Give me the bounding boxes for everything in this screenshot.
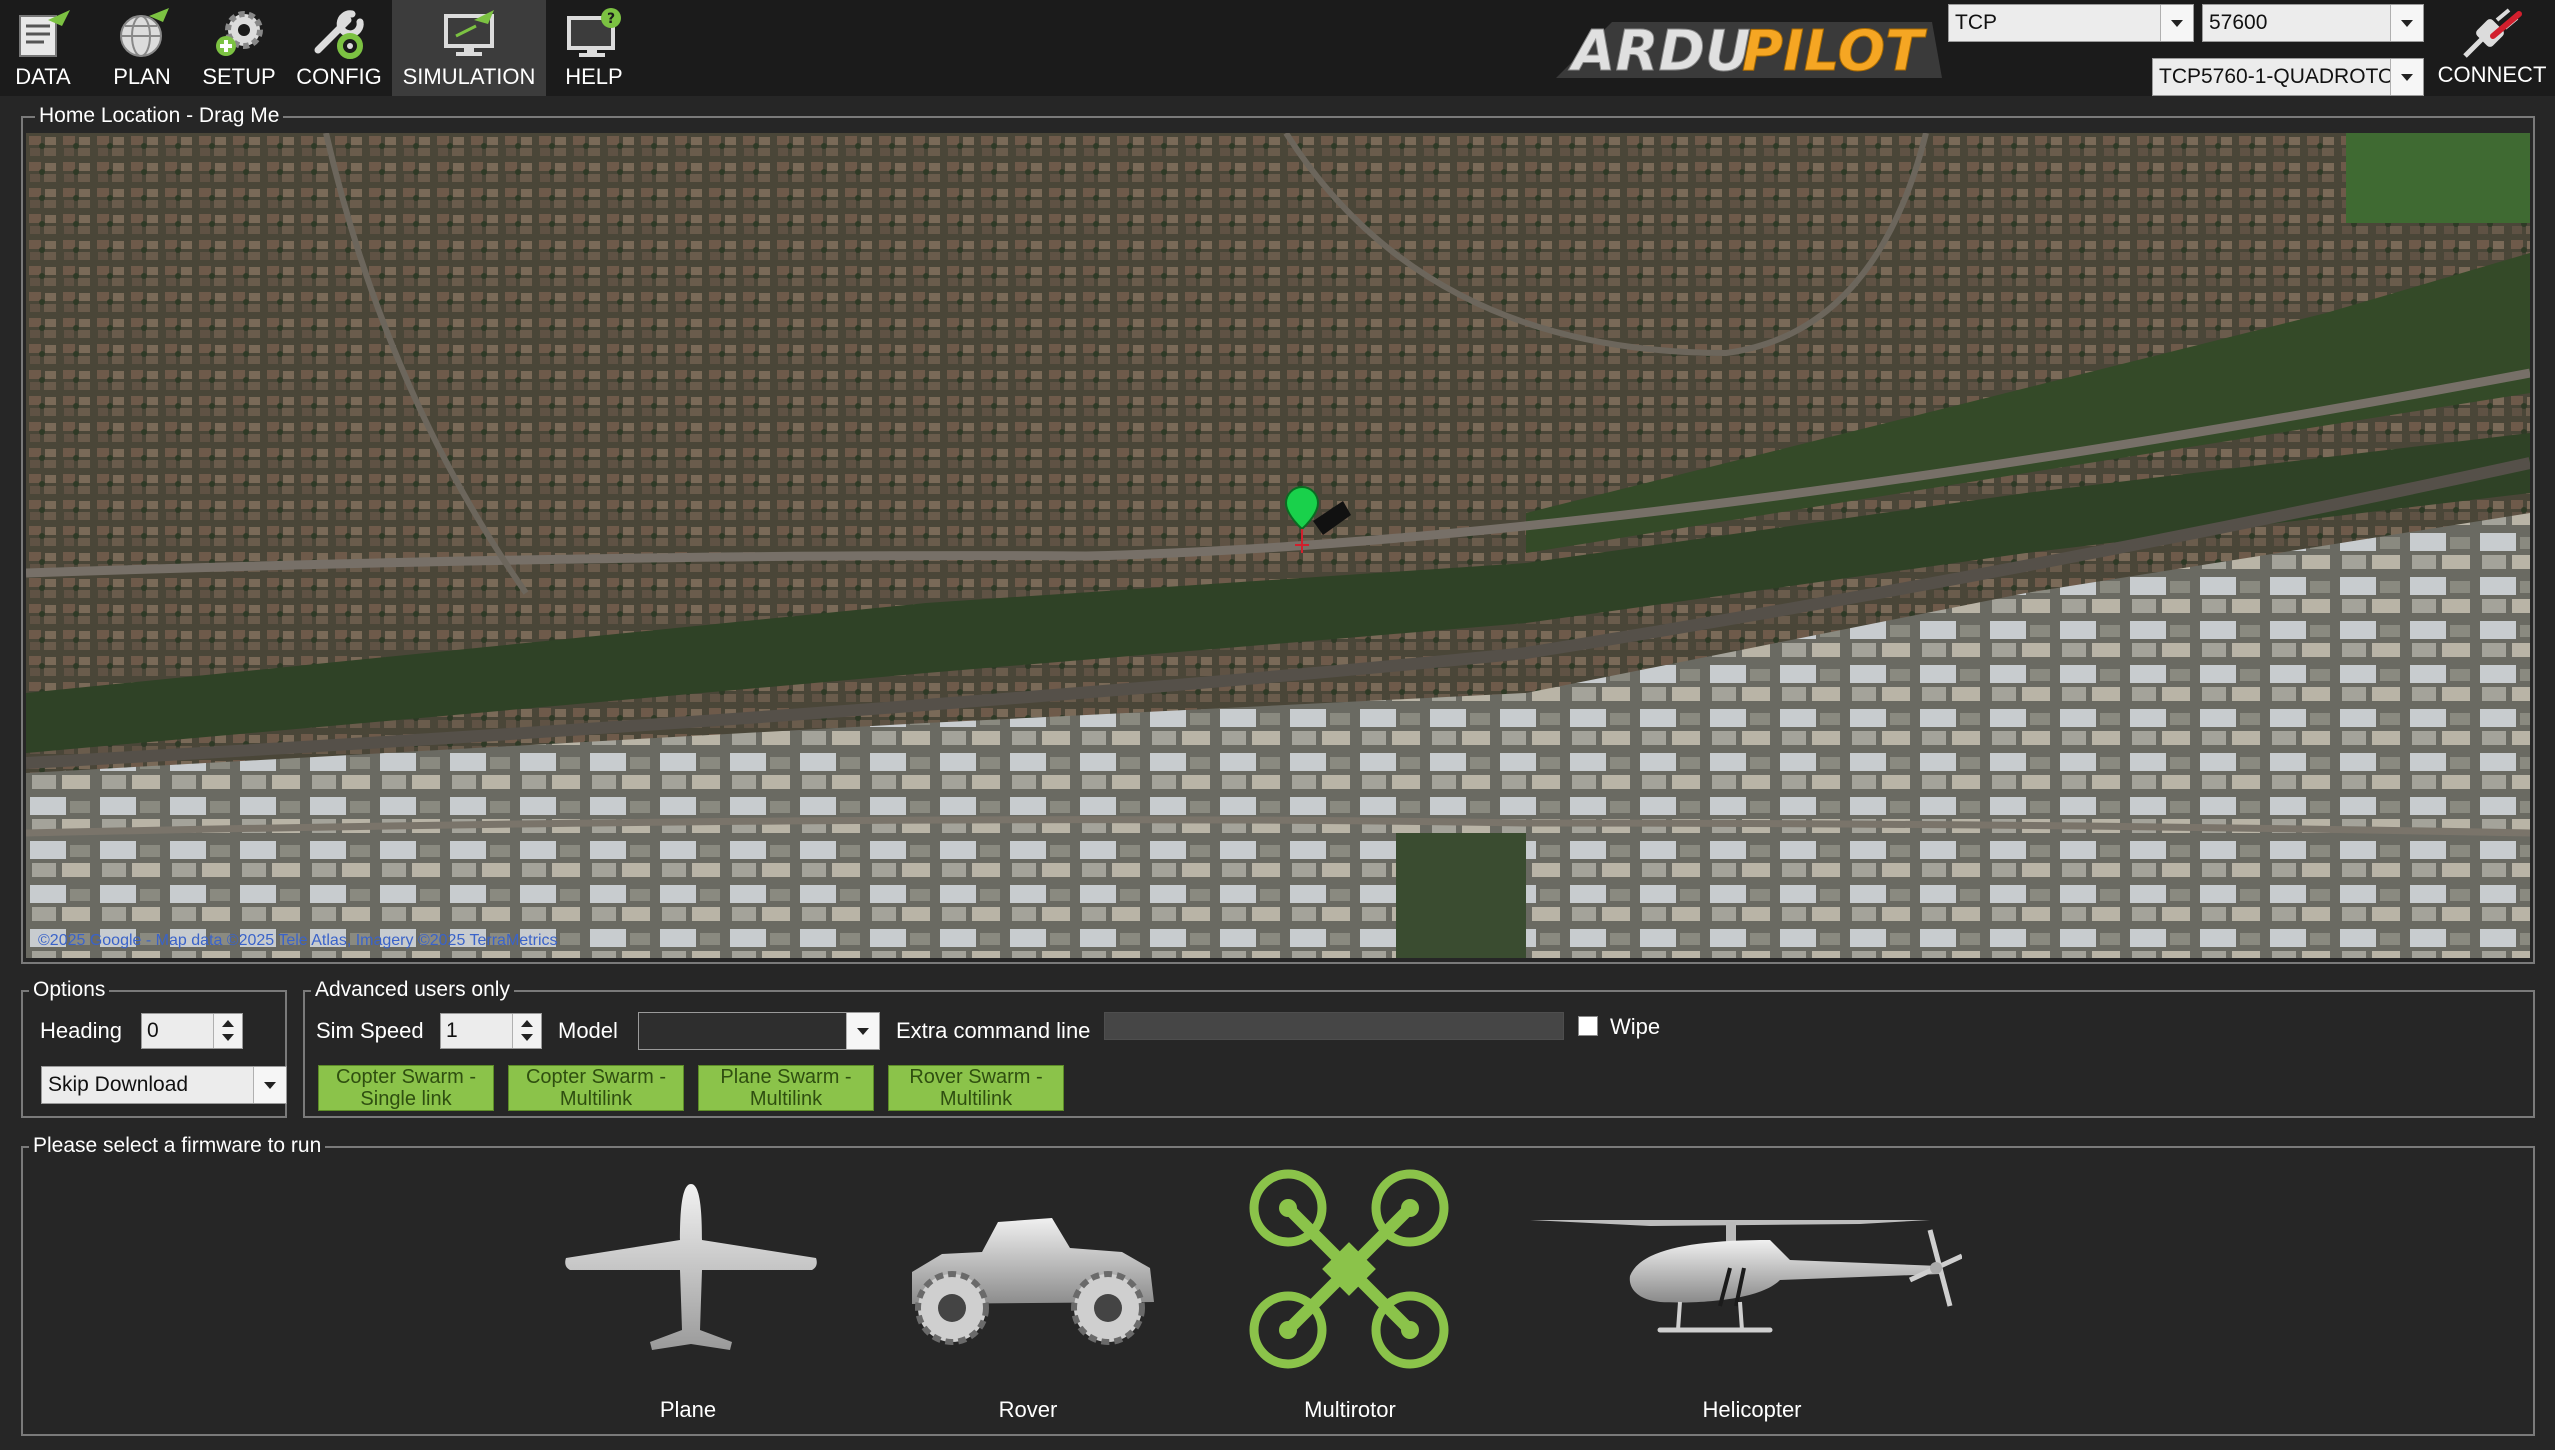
setup-gear-icon xyxy=(216,11,263,56)
swarm-line1: Copter Swarm - xyxy=(525,1066,667,1088)
connection-type-select[interactable]: TCP xyxy=(1948,4,2194,42)
main-toolbar: DATA PLAN SETUP CONFIG SIMULATION ? HELP… xyxy=(0,0,2555,96)
spin-arrows-icon[interactable] xyxy=(512,1014,541,1048)
copter-swarm-single-button[interactable]: Copter Swarm - Single link xyxy=(318,1065,494,1111)
map-credit: ©2025 Google - Map data ©2025 Tele Atlas… xyxy=(38,932,558,949)
config-label: CONFIG xyxy=(296,64,382,89)
download-select[interactable]: Skip Download xyxy=(41,1066,287,1104)
link-value: TCP5760-1-QUADROTO xyxy=(2159,65,2395,88)
rover-icon xyxy=(912,1218,1154,1345)
plane-swarm-multi-button[interactable]: Plane Swarm - Multilink xyxy=(698,1065,874,1111)
config-wrench-icon xyxy=(314,10,364,59)
plane-label: Plane xyxy=(659,1397,717,1422)
connect-button[interactable]: CONNECT xyxy=(2432,6,2552,94)
simulation-monitor-icon xyxy=(444,10,494,56)
heading-stepper[interactable]: 0 xyxy=(141,1013,243,1049)
data-icon xyxy=(19,10,70,57)
swarm-line2: Multilink xyxy=(939,1088,1013,1110)
sim-speed-label: Sim Speed xyxy=(316,1018,424,1043)
plan-label: PLAN xyxy=(113,64,171,89)
setup-label: SETUP xyxy=(202,64,276,89)
swarm-line2: Single link xyxy=(360,1088,452,1110)
ardupilot-logo: ARDU PILOT xyxy=(1556,19,1942,80)
help-label: HELP xyxy=(565,64,623,89)
help-monitor-icon: ? xyxy=(567,8,621,57)
spin-arrows-icon[interactable] xyxy=(213,1014,242,1048)
sim-speed-stepper[interactable]: 1 xyxy=(440,1013,542,1049)
helicopter-label: Helicopter xyxy=(1702,1397,1802,1422)
chevron-down-icon xyxy=(2160,5,2193,41)
rover-label: Rover xyxy=(998,1397,1058,1422)
help-button[interactable]: ? HELP xyxy=(552,0,636,96)
swarm-line1: Plane Swarm - xyxy=(720,1066,852,1088)
wipe-label: Wipe xyxy=(1610,1014,1661,1039)
advanced-title: Advanced users only xyxy=(311,978,514,1002)
model-label: Model xyxy=(558,1018,618,1043)
firmware-rover-button[interactable] xyxy=(902,1212,1158,1350)
download-value: Skip Download xyxy=(48,1073,189,1096)
plane-icon xyxy=(565,1184,817,1350)
home-location-title: Home Location - Drag Me xyxy=(35,104,284,128)
data-label: DATA xyxy=(15,64,71,89)
connect-plug-icon xyxy=(2463,8,2522,58)
multirotor-label: Multirotor xyxy=(1304,1397,1396,1422)
plan-globe-icon xyxy=(120,8,169,57)
helicopter-icon xyxy=(1530,1220,1962,1333)
baud-rate-value: 57600 xyxy=(2209,11,2268,34)
baud-rate-select[interactable]: 57600 xyxy=(2202,4,2424,42)
chevron-down-icon xyxy=(2390,5,2423,41)
connect-label: CONNECT xyxy=(2437,62,2547,87)
firmware-helicopter-button[interactable] xyxy=(1530,1210,1962,1360)
model-select[interactable] xyxy=(638,1012,880,1050)
firmware-multirotor-button[interactable] xyxy=(1244,1166,1454,1372)
chevron-down-icon xyxy=(253,1067,286,1103)
swarm-line2: Multilink xyxy=(559,1088,633,1110)
heading-value: 0 xyxy=(147,1019,159,1042)
wipe-checkbox[interactable] xyxy=(1578,1016,1598,1036)
link-select[interactable]: TCP5760-1-QUADROTO xyxy=(2152,58,2424,96)
options-title: Options xyxy=(29,978,110,1002)
extra-command-input[interactable] xyxy=(1104,1012,1564,1040)
extra-command-label: Extra command line xyxy=(896,1018,1091,1043)
firmware-plane-button[interactable] xyxy=(560,1180,822,1360)
sim-speed-value: 1 xyxy=(446,1019,458,1042)
heading-label: Heading xyxy=(40,1018,122,1043)
multirotor-icon xyxy=(1249,1169,1449,1369)
simulation-label: SIMULATION xyxy=(402,64,536,89)
config-button[interactable]: CONFIG xyxy=(292,0,386,96)
swarm-line1: Copter Swarm - xyxy=(335,1066,477,1088)
copter-swarm-multi-button[interactable]: Copter Swarm - Multilink xyxy=(508,1065,684,1111)
chevron-down-icon xyxy=(2390,59,2423,95)
plan-button[interactable]: PLAN xyxy=(100,0,184,96)
satellite-map[interactable]: ©2025 Google - Map data ©2025 Tele Atlas… xyxy=(26,133,2530,958)
connection-type-value: TCP xyxy=(1955,11,1997,34)
simulation-button[interactable]: SIMULATION xyxy=(392,0,546,96)
svg-text:PILOT: PILOT xyxy=(1742,19,1927,80)
firmware-title: Please select a firmware to run xyxy=(29,1134,326,1158)
rover-swarm-multi-button[interactable]: Rover Swarm - Multilink xyxy=(888,1065,1064,1111)
home-marker-icon[interactable] xyxy=(1273,483,1363,563)
chevron-down-icon xyxy=(846,1013,879,1049)
swarm-line2: Multilink xyxy=(749,1088,823,1110)
data-button[interactable]: DATA xyxy=(4,0,82,96)
swarm-line1: Rover Swarm - xyxy=(909,1066,1043,1088)
svg-text:?: ? xyxy=(607,11,615,27)
svg-text:ARDU: ARDU xyxy=(1568,19,1750,80)
setup-button[interactable]: SETUP xyxy=(196,0,282,96)
